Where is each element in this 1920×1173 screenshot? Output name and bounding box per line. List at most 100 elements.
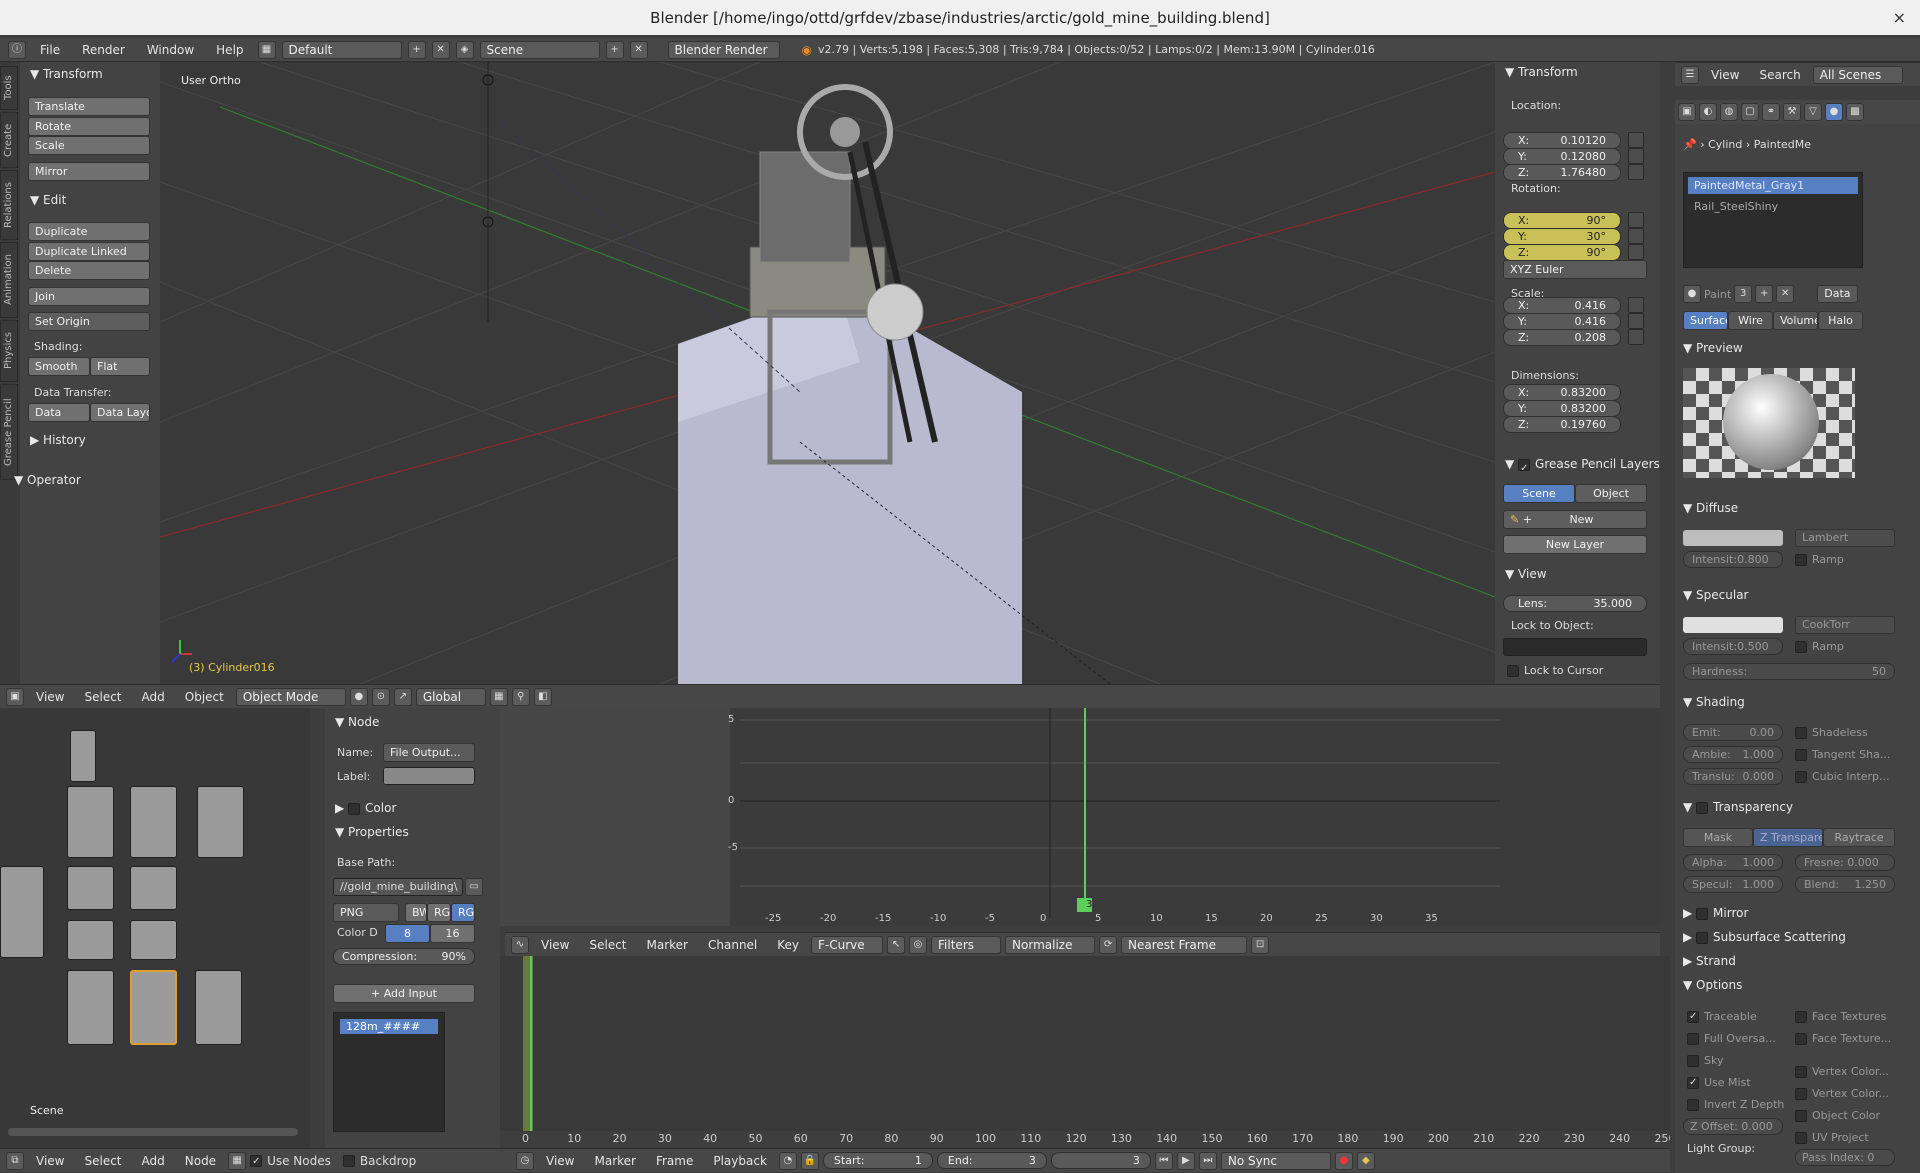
- modifier-tab-icon[interactable]: ⚒: [1783, 103, 1801, 121]
- shading-icon[interactable]: ●: [349, 687, 368, 706]
- folder-icon[interactable]: ▭: [465, 878, 483, 896]
- orientation-dropdown[interactable]: Global: [415, 687, 486, 706]
- operator-panel-header[interactable]: ▼ Operator: [14, 470, 81, 490]
- link-dropdown[interactable]: Data: [1817, 285, 1858, 303]
- node[interactable]: [195, 970, 242, 1045]
- node-color-header[interactable]: ▶ Color: [335, 798, 396, 818]
- graph-menu-channel[interactable]: Channel: [700, 938, 765, 952]
- tab-physics[interactable]: Physics: [0, 320, 18, 382]
- menu-window[interactable]: Window: [139, 43, 202, 57]
- graph-menu-key[interactable]: Key: [769, 938, 807, 952]
- vp-menu-select[interactable]: Select: [76, 690, 129, 704]
- translate-button[interactable]: Translate: [28, 97, 150, 116]
- diffuse-color[interactable]: [1683, 530, 1783, 546]
- jump-end-icon[interactable]: ⏭: [1198, 1151, 1217, 1170]
- remove-layout-icon[interactable]: ✕: [431, 40, 450, 59]
- smooth-button[interactable]: Smooth: [28, 357, 90, 376]
- material-tab-icon[interactable]: ●: [1825, 103, 1843, 121]
- grease-pencil-header[interactable]: ▼ Grease Pencil Layers: [1505, 454, 1660, 474]
- backdrop-checkbox[interactable]: Backdrop: [342, 1154, 416, 1168]
- snap-icon[interactable]: ⊡: [1251, 935, 1270, 954]
- normalize-toggle[interactable]: Normalize: [1005, 935, 1096, 954]
- editor-type-icon[interactable]: ⓘ: [8, 40, 26, 59]
- specular-alpha-slider[interactable]: Specul: 1.000: [1683, 876, 1783, 893]
- node[interactable]: [130, 920, 177, 960]
- play-icon[interactable]: ▶: [1176, 1151, 1195, 1170]
- layers-icon[interactable]: ▦: [489, 687, 508, 706]
- ne-menu-view[interactable]: View: [28, 1154, 72, 1168]
- depth-8-button[interactable]: 8: [385, 924, 430, 943]
- lock-icon[interactable]: 🔒: [800, 1151, 819, 1170]
- editor-type-icon[interactable]: ∿: [511, 935, 529, 954]
- jump-start-icon[interactable]: ⏮: [1154, 1151, 1173, 1170]
- snap-icon[interactable]: ⚲: [511, 687, 530, 706]
- record-icon[interactable]: ●: [1334, 1151, 1353, 1170]
- base-path-field[interactable]: //gold_mine_building\: [333, 878, 463, 896]
- tab-grease-pencil[interactable]: Grease Pencil: [0, 384, 18, 480]
- render-engine-dropdown[interactable]: Blender Render: [667, 40, 780, 59]
- ne-menu-node[interactable]: Node: [177, 1154, 224, 1168]
- loc-x-field[interactable]: X: 0.10120: [1503, 132, 1621, 149]
- halo-tab[interactable]: Halo: [1818, 311, 1863, 330]
- vp-menu-object[interactable]: Object: [177, 690, 232, 704]
- texture-tab-icon[interactable]: ▩: [1846, 103, 1864, 121]
- vp-menu-add[interactable]: Add: [134, 690, 173, 704]
- alpha-slider[interactable]: Alpha: 1.000: [1683, 854, 1783, 871]
- tab-animation[interactable]: Animation: [0, 242, 18, 318]
- gp-new-layer-button[interactable]: New Layer: [1503, 535, 1647, 554]
- vertex-color-paint-checkbox[interactable]: Vertex Color...: [1795, 1065, 1889, 1078]
- only-selected-icon[interactable]: ↖: [887, 935, 906, 954]
- material-browse-icon[interactable]: ●: [1683, 285, 1701, 303]
- object-color-checkbox[interactable]: Object Color: [1795, 1109, 1880, 1122]
- strand-header[interactable]: ▶ Strand: [1683, 951, 1736, 971]
- scl-y-field[interactable]: Y: 0.416: [1503, 313, 1621, 330]
- sss-header[interactable]: ▶ Subsurface Scattering: [1683, 927, 1846, 947]
- node[interactable]: [197, 786, 244, 858]
- node[interactable]: [70, 730, 96, 782]
- scene-icon[interactable]: ◈: [455, 40, 474, 59]
- lock-icon[interactable]: [1628, 244, 1644, 260]
- outliner-filter-dropdown[interactable]: All Scenes: [1812, 65, 1903, 84]
- graph-menu-marker[interactable]: Marker: [639, 938, 696, 952]
- specular-color[interactable]: [1683, 617, 1783, 633]
- timeline[interactable]: 0 10 20 30 40 50 60 70 80 90 100 110 120 130 140 150 160…: [500, 956, 1670, 1146]
- new-material-icon[interactable]: +: [1755, 285, 1774, 303]
- fresnel-slider[interactable]: Fresne: 0.000: [1795, 854, 1895, 871]
- dim-z-field[interactable]: Z: 0.19760: [1503, 416, 1621, 433]
- bw-button[interactable]: BW: [405, 903, 427, 922]
- specular-header[interactable]: ▼ Specular: [1683, 585, 1749, 605]
- gp-new-button[interactable]: ✎ + New: [1503, 510, 1647, 529]
- duplicate-linked-button[interactable]: Duplicate Linked: [28, 242, 150, 261]
- screen-layout-field[interactable]: Default: [281, 40, 402, 59]
- tl-menu-frame[interactable]: Frame: [648, 1154, 701, 1168]
- specular-shader-dropdown[interactable]: CookTorr: [1795, 616, 1895, 634]
- lock-icon[interactable]: [1628, 329, 1644, 345]
- menu-file[interactable]: File: [32, 43, 68, 57]
- diffuse-intensity-slider[interactable]: Intensit:0.800: [1683, 551, 1783, 568]
- preview-header[interactable]: ▼ Preview: [1683, 338, 1743, 358]
- dim-y-field[interactable]: Y: 0.83200: [1503, 400, 1621, 417]
- close-icon[interactable]: ×: [1893, 8, 1906, 27]
- lock-icon[interactable]: [1628, 297, 1644, 313]
- constraint-tab-icon[interactable]: ⚭: [1762, 103, 1780, 121]
- remove-scene-icon[interactable]: ✕: [629, 40, 648, 59]
- compression-slider[interactable]: Compression: 90%: [333, 948, 475, 965]
- pin-icon[interactable]: 📌: [1683, 138, 1697, 151]
- diffuse-ramp-checkbox[interactable]: Ramp: [1795, 553, 1844, 566]
- ambient-slider[interactable]: Ambie: 1.000: [1683, 746, 1783, 763]
- tab-create[interactable]: Create: [0, 112, 18, 168]
- node-properties-header[interactable]: ▼ Properties: [335, 822, 409, 842]
- tl-menu-view[interactable]: View: [538, 1154, 582, 1168]
- mirror-header[interactable]: ▶ Mirror: [1683, 903, 1748, 923]
- blend-slider[interactable]: Blend: 1.250: [1795, 876, 1895, 893]
- add-input-button[interactable]: + Add Input: [333, 984, 475, 1003]
- tl-menu-playback[interactable]: Playback: [705, 1154, 775, 1168]
- material-name[interactable]: Paint: [1704, 288, 1731, 301]
- flat-button[interactable]: Flat: [90, 357, 150, 376]
- join-button[interactable]: Join: [28, 287, 150, 306]
- node[interactable]: [67, 786, 114, 858]
- rot-z-field[interactable]: Z: 90°: [1503, 244, 1621, 261]
- loc-z-field[interactable]: Z: 1.76480: [1503, 164, 1621, 181]
- range-icon[interactable]: ◔: [778, 1151, 797, 1170]
- rot-x-field[interactable]: X: 90°: [1503, 212, 1621, 229]
